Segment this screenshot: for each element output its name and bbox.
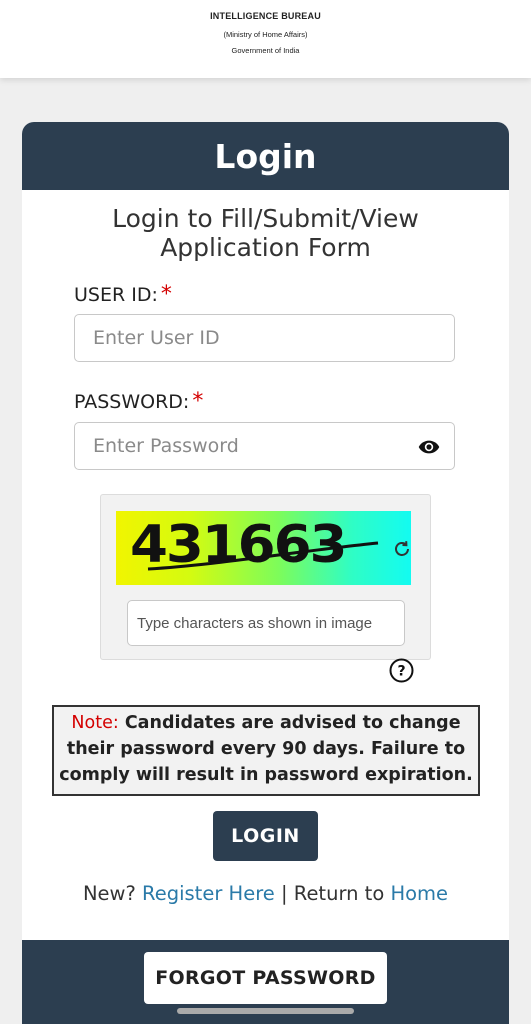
government-name: Government of India [231, 46, 300, 55]
captcha-input[interactable] [128, 601, 407, 645]
user-id-label: USER ID: * [74, 282, 172, 307]
user-id-field-box [74, 314, 455, 362]
register-link[interactable]: Register Here [142, 882, 275, 905]
eye-icon[interactable] [418, 439, 440, 455]
org-name: INTELLIGENCE BUREAU [210, 11, 321, 21]
login-card: Login Login to Fill/Submit/View Applicat… [22, 122, 509, 1024]
page-title: Login [214, 137, 317, 176]
captcha-noise-line [147, 541, 379, 571]
svg-text:?: ? [397, 664, 405, 680]
subtitle-line-1: Login to Fill/Submit/View [112, 204, 419, 233]
separator: | [280, 882, 288, 905]
captcha-field-box [127, 600, 407, 646]
captcha-image: 431663 [116, 511, 411, 585]
password-label: PASSWORD: * [74, 389, 203, 414]
password-input[interactable] [75, 423, 413, 469]
home-indicator[interactable] [177, 1008, 354, 1014]
form-subtitle: Login to Fill/Submit/View Application Fo… [22, 204, 509, 262]
card-header: Login [22, 122, 509, 190]
site-header: INTELLIGENCE BUREAU (Ministry of Home Af… [0, 0, 531, 78]
login-button[interactable]: LOGIN [213, 811, 318, 861]
register-line: New? Register Here | Return to Home [22, 882, 509, 905]
home-link[interactable]: Home [390, 882, 448, 905]
required-marker: * [160, 282, 172, 307]
return-text: Return to [293, 882, 385, 905]
captcha-panel: 431663 [100, 494, 431, 660]
note-text: Candidates are advised to change their p… [59, 713, 473, 785]
refresh-icon[interactable] [392, 539, 412, 559]
password-field-box [74, 422, 455, 470]
required-marker: * [192, 389, 204, 414]
forgot-password-button[interactable]: FORGOT PASSWORD [144, 952, 387, 1004]
new-text: New? [82, 882, 136, 905]
note-label: Note: [71, 713, 119, 733]
help-icon[interactable]: ? [389, 658, 414, 683]
ministry-name: (Ministry of Home Affairs) [223, 30, 308, 39]
password-label-text: PASSWORD: [74, 391, 190, 413]
password-note: Note: Candidates are advised to change t… [52, 705, 480, 796]
user-id-label-text: USER ID: [74, 284, 158, 306]
subtitle-line-2: Application Form [160, 233, 371, 262]
user-id-input[interactable] [75, 315, 413, 361]
